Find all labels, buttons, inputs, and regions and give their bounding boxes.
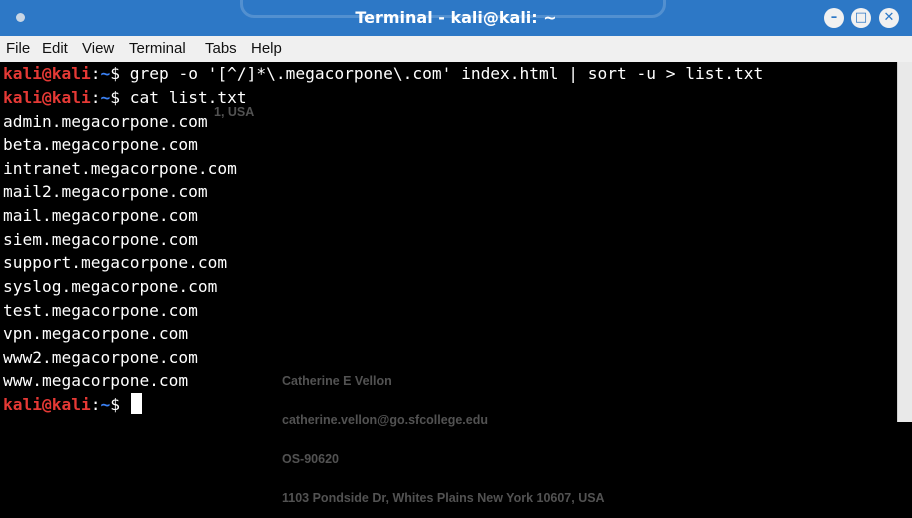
command-text: grep -o '[^/]*\.megacorpone\.com' index.… — [129, 64, 764, 83]
output-line: admin.megacorpone.com — [3, 112, 208, 131]
window-title: Terminal - kali@kali: ~ — [355, 8, 557, 27]
command-line-1: kali@kali:~$ grep -o '[^/]*\.megacorpone… — [3, 62, 763, 85]
watermark: Catherine E Vellon catherine.vellon@go.s… — [282, 349, 605, 518]
menu-edit[interactable]: Edit — [42, 36, 68, 62]
prompt-symbol: $ — [110, 395, 120, 414]
maximize-icon[interactable]: □ — [851, 8, 871, 28]
output-line: siem.megacorpone.com — [3, 230, 198, 249]
close-icon[interactable]: ✕ — [879, 8, 899, 28]
prompt-symbol: $ — [110, 88, 120, 107]
prompt-path: ~ — [100, 64, 111, 83]
output-line: vpn.megacorpone.com — [3, 324, 189, 343]
watermark-email: catherine.vellon@go.sfcollege.edu — [282, 413, 488, 427]
prompt-path: ~ — [100, 395, 111, 414]
menu-view[interactable]: View — [82, 36, 114, 62]
scrollbar[interactable] — [897, 62, 912, 422]
command-line-3: kali@kali:~$ — [3, 393, 142, 416]
output-line: test.megacorpone.com — [3, 301, 198, 320]
prompt-separator: : — [90, 88, 101, 107]
command-line-2: kali@kali:~$ cat list.txt — [3, 86, 247, 109]
menu-bar: File Edit View Terminal Tabs Help — [0, 36, 912, 63]
watermark-address: 1103 Pondside Dr, Whites Plains New York… — [282, 491, 605, 505]
menu-help[interactable]: Help — [251, 36, 282, 62]
output-line: beta.megacorpone.com — [3, 135, 198, 154]
prompt-path: ~ — [100, 88, 111, 107]
output-line: mail2.megacorpone.com — [3, 182, 208, 201]
menu-file[interactable]: File — [6, 36, 30, 62]
minimize-icon[interactable]: – — [824, 8, 844, 28]
output-line: syslog.megacorpone.com — [3, 277, 218, 296]
output-line: support.megacorpone.com — [3, 253, 228, 272]
watermark-ghost: 1, USA — [214, 105, 255, 119]
prompt-separator: : — [90, 395, 101, 414]
prompt-user-host: kali@kali — [3, 88, 91, 107]
prompt-user-host: kali@kali — [3, 395, 91, 414]
title-bar[interactable]: Terminal - kali@kali: ~ – □ ✕ — [0, 0, 912, 36]
watermark-code: OS-90620 — [282, 452, 339, 466]
output-line: mail.megacorpone.com — [3, 206, 198, 225]
menu-terminal[interactable]: Terminal — [129, 36, 186, 62]
menu-tabs[interactable]: Tabs — [205, 36, 237, 62]
prompt-user-host: kali@kali — [3, 64, 91, 83]
prompt-symbol: $ — [110, 64, 120, 83]
output-line: www2.megacorpone.com — [3, 348, 198, 367]
text-cursor — [130, 393, 142, 414]
output-line: www.megacorpone.com — [3, 371, 189, 390]
output-line: intranet.megacorpone.com — [3, 159, 237, 178]
prompt-separator: : — [90, 64, 101, 83]
watermark-name: Catherine E Vellon — [282, 374, 392, 388]
